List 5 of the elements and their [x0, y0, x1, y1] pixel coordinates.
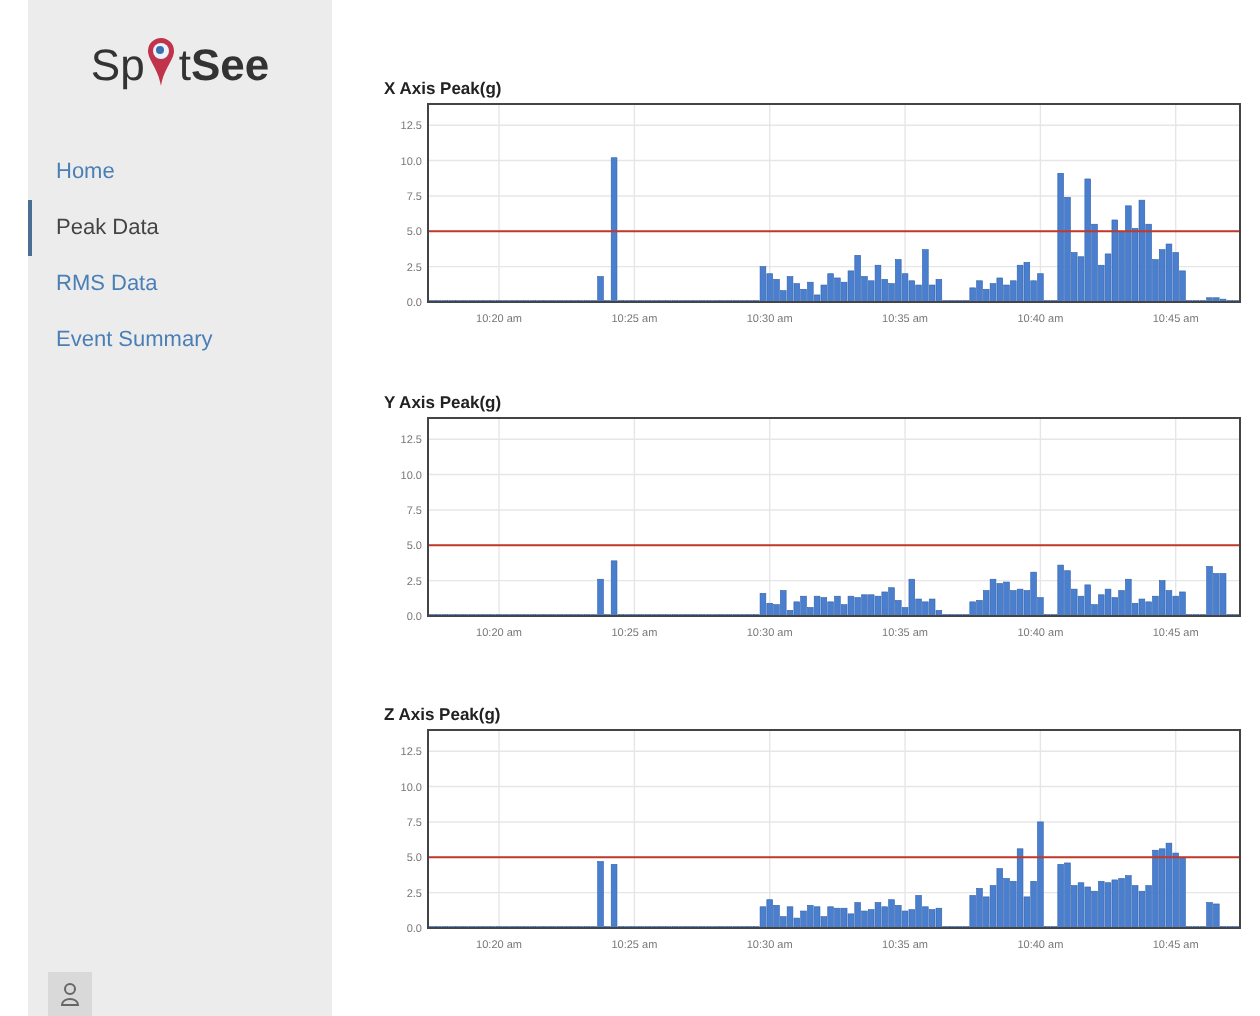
logo-text: tSee — [178, 44, 270, 88]
logo-text: Sp — [90, 44, 145, 88]
chart-title: X Axis Peak(g) — [384, 76, 504, 100]
chart-title: Y Axis Peak(g) — [384, 389, 504, 414]
chart-title: Z Axis Peak(g) — [384, 702, 503, 727]
